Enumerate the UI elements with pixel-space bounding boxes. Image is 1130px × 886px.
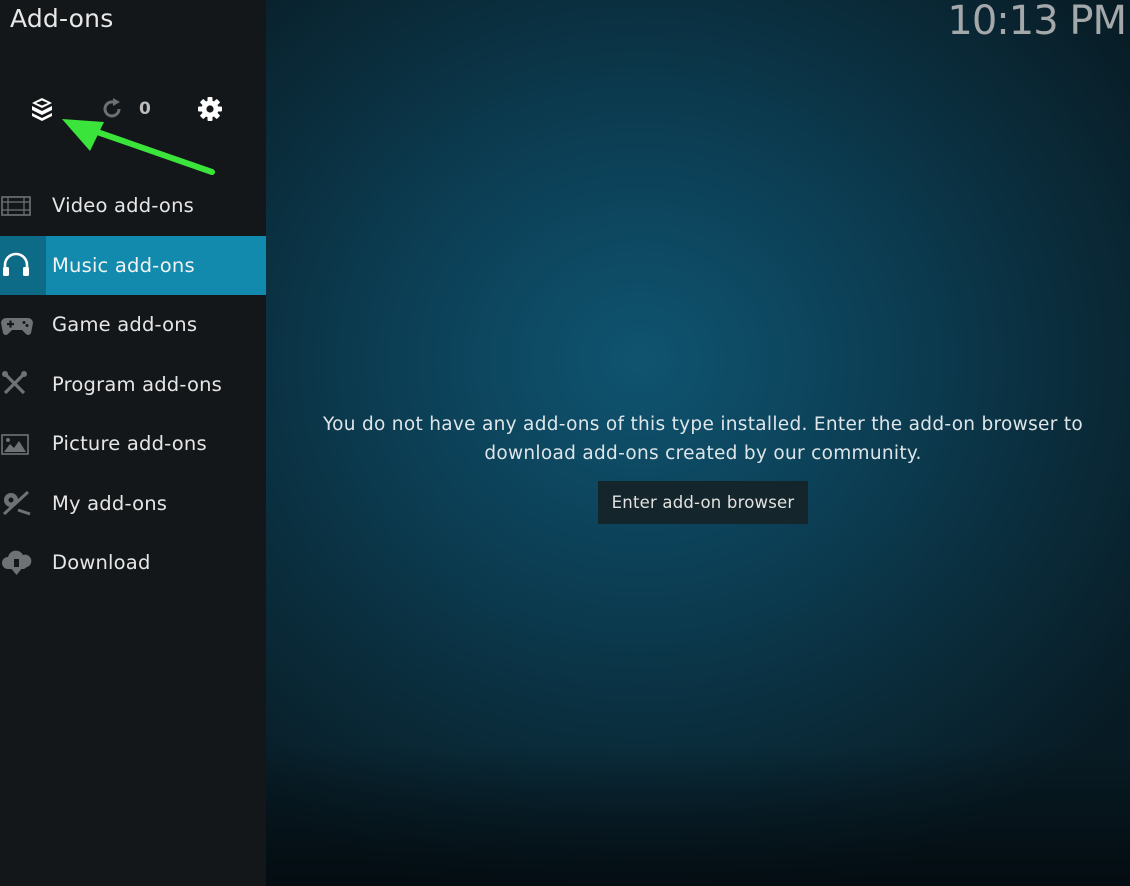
empty-state-message: You do not have any add-ons of this type…	[280, 410, 1126, 468]
sidebar-item-picture-addons[interactable]: Picture add-ons	[0, 414, 266, 474]
sidebar-item-video-addons[interactable]: Video add-ons	[0, 176, 266, 236]
gear-icon[interactable]	[193, 92, 227, 126]
sidebar-item-label: My add-ons	[52, 491, 168, 515]
sidebar-item-program-addons[interactable]: Program add-ons	[0, 355, 266, 415]
sidebar-item-my-addons[interactable]: My add-ons	[0, 474, 266, 534]
film-icon	[0, 176, 46, 236]
tools-icon	[0, 355, 46, 415]
my-addons-icon	[0, 474, 46, 534]
empty-state-line-1: You do not have any add-ons of this type…	[323, 414, 1083, 435]
sidebar-item-label: Picture add-ons	[52, 432, 207, 456]
sidebar: 0 Video add-ons Music add-ons Game add-o…	[0, 0, 266, 886]
sidebar-item-label: Video add-ons	[52, 194, 194, 218]
cloud-download-icon	[0, 533, 46, 593]
sidebar-menu: Video add-ons Music add-ons Game add-ons…	[0, 176, 266, 593]
picture-icon	[0, 414, 46, 474]
headphones-icon	[0, 235, 46, 295]
gamepad-icon	[0, 295, 46, 355]
clock: 10:13 PM	[947, 0, 1127, 44]
update-count: 0	[139, 99, 151, 119]
window-title: Add-ons	[10, 4, 114, 33]
empty-state-line-2: download add-ons created by our communit…	[484, 443, 922, 464]
addon-box-icon[interactable]	[25, 92, 59, 126]
enter-addon-browser-button[interactable]: Enter add-on browser	[598, 481, 808, 524]
sidebar-item-download[interactable]: Download	[0, 533, 266, 593]
sidebar-item-label: Music add-ons	[52, 253, 195, 277]
sidebar-item-game-addons[interactable]: Game add-ons	[0, 295, 266, 355]
sidebar-item-music-addons[interactable]: Music add-ons	[0, 235, 266, 295]
sidebar-item-label: Download	[52, 551, 151, 575]
refresh-icon[interactable]	[95, 92, 129, 126]
sidebar-item-label: Program add-ons	[52, 372, 223, 396]
sidebar-item-label: Game add-ons	[52, 313, 198, 337]
sidebar-toolbar: 0	[0, 92, 266, 132]
